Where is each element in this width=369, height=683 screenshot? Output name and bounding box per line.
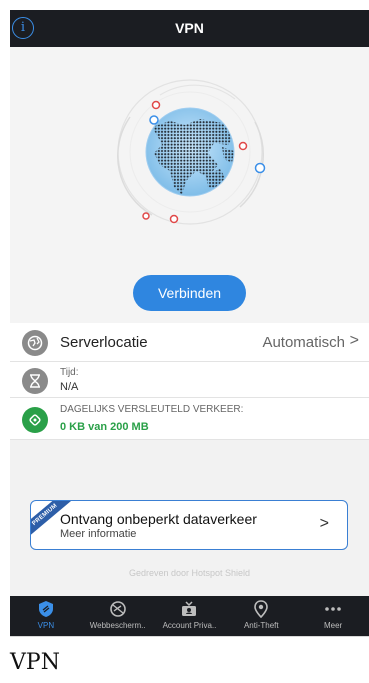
premium-upsell-card[interactable]: PREMIUM Ontvang onbeperkt dataverkeer Me… — [30, 500, 348, 550]
tab-more-label: Meer — [323, 621, 343, 630]
vpn-hero: Verbinden — [10, 47, 369, 323]
daily-traffic-row: DAGELIJKS VERSLEUTELD VERKEER: 0 KB van … — [10, 398, 369, 440]
tab-account-privacy[interactable]: Account Priva.. — [154, 596, 226, 636]
chevron-right-icon: > — [349, 332, 359, 349]
tab-web-protection-label: Webbescherm.. — [89, 621, 146, 630]
account-privacy-icon — [182, 601, 197, 616]
tab-vpn-label: VPN — [37, 621, 55, 630]
status-list: Serverlocatie Automatisch > Tijd: N/A DA… — [10, 323, 369, 440]
time-label: Tijd: — [60, 367, 79, 378]
hourglass-icon — [22, 368, 48, 394]
premium-title: Ontvang onbeperkt dataverkeer — [60, 511, 257, 527]
powered-by-text: Gedreven door Hotspot Shield — [128, 568, 251, 578]
bottom-tab-bar: VPN Webbescherm.. Account Priva.. Anti-T… — [10, 596, 369, 636]
server-location-value: Automatisch — [262, 334, 345, 351]
daily-traffic-label: DAGELIJKS VERSLEUTELD VERKEER: — [60, 404, 244, 415]
globe-icon — [22, 330, 48, 356]
time-row: Tijd: N/A — [10, 362, 369, 398]
tab-account-privacy-label: Account Priva.. — [162, 621, 217, 630]
daily-traffic-value: 0 KB van 200 MB — [60, 421, 149, 433]
tab-anti-theft[interactable]: Anti-Theft — [225, 596, 297, 636]
server-location-row[interactable]: Serverlocatie Automatisch > — [10, 323, 369, 362]
chevron-right-icon: > — [319, 515, 329, 532]
top-bar: i VPN — [10, 10, 369, 47]
shield-icon — [38, 601, 53, 617]
server-location-label: Serverlocatie — [60, 334, 148, 351]
tab-web-protection[interactable]: Webbescherm.. — [82, 596, 154, 636]
more-icon — [325, 607, 341, 611]
time-value: N/A — [60, 381, 79, 393]
divider — [10, 636, 369, 637]
connect-button[interactable]: Verbinden — [133, 275, 246, 311]
web-protection-icon — [109, 601, 126, 617]
app-screen: i VPN Verbinden Serverlocatie Automatisc… — [10, 10, 369, 636]
premium-subtitle: Meer informatie — [60, 528, 137, 540]
page-caption: VPN — [10, 650, 60, 675]
tab-more[interactable]: Meer — [297, 596, 369, 636]
page-title: VPN — [175, 20, 204, 36]
tab-vpn[interactable]: VPN — [10, 596, 82, 636]
location-pin-icon — [254, 600, 269, 618]
tab-anti-theft-label: Anti-Theft — [243, 621, 279, 630]
encrypted-traffic-icon — [22, 407, 48, 433]
